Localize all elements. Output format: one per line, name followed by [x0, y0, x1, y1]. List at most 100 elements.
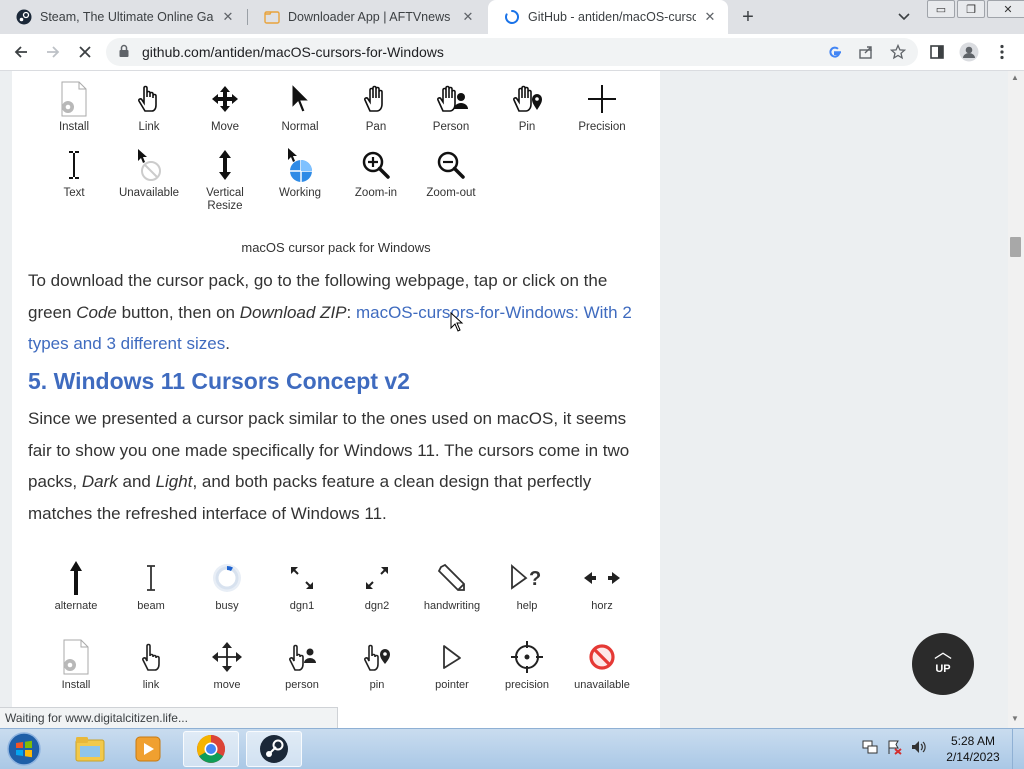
cursor-item: pin: [340, 639, 414, 692]
address-bar[interactable]: github.com/antiden/macOS-cursors-for-Win…: [106, 38, 918, 66]
cursor-label: Working: [279, 187, 321, 199]
hand-person-icon: [265, 639, 339, 675]
back-to-top-button[interactable]: ︿ UP: [912, 633, 974, 695]
cursor-label: link: [142, 679, 160, 691]
download-paragraph: To download the cursor pack, go to the f…: [28, 265, 643, 360]
cursor-item: Precision: [565, 81, 639, 134]
taskbar-steam[interactable]: [246, 731, 302, 767]
hand-person-icon: [414, 81, 488, 117]
restore-button[interactable]: ❐: [957, 0, 985, 18]
browser-toolbar: github.com/antiden/macOS-cursors-for-Win…: [0, 34, 1024, 71]
cursor-item: horz: [565, 560, 639, 613]
win11-paragraph: Since we presented a cursor pack similar…: [28, 403, 643, 529]
cursor-label: Move: [210, 121, 240, 133]
cursor-item: dgn1: [265, 560, 339, 613]
text-run: Dark: [81, 472, 118, 491]
cursor-label: help: [516, 600, 538, 612]
cursor-item: Zoom-out: [414, 147, 488, 200]
scrollbar-thumb[interactable]: [1010, 237, 1021, 257]
cursor-item: handwriting: [415, 560, 489, 613]
cursor-label: Person: [432, 121, 470, 133]
scroll-up-icon[interactable]: ▲: [1011, 73, 1019, 82]
cursor-label: Install: [58, 121, 90, 133]
taskbar-clock[interactable]: 5:28 AM 2/14/2023: [942, 733, 1004, 765]
move-arrows-icon: [188, 81, 262, 117]
minimize-button[interactable]: ▭: [927, 0, 955, 18]
close-icon[interactable]: ✕: [460, 9, 476, 25]
taskbar-explorer[interactable]: [62, 731, 118, 767]
side-panel-icon[interactable]: [926, 41, 948, 63]
page-viewport: Install Link Move Normal Pan Person Pin …: [0, 71, 1024, 728]
profile-avatar-icon[interactable]: [958, 41, 980, 63]
cursor-label: dgn2: [364, 600, 390, 612]
text-run: :: [346, 302, 356, 322]
lock-icon[interactable]: [118, 44, 130, 63]
cursor-item: Pan: [339, 81, 413, 134]
cursor-label: alternate: [54, 600, 98, 612]
cursor-item: Install: [39, 639, 113, 692]
back-icon[interactable]: [10, 41, 32, 63]
zoom-out-icon: [414, 147, 488, 183]
window-controls: ▭ ❐ ✕: [927, 0, 1024, 18]
volume-icon[interactable]: [910, 739, 926, 755]
cursor-item: Text: [37, 147, 111, 200]
tab-aftvnews[interactable]: Downloader App | AFTVnews ✕: [248, 0, 486, 34]
clock-time: 5:28 AM: [950, 734, 996, 748]
cursor-label: move: [213, 679, 241, 691]
install-file-icon: [39, 639, 113, 675]
network-icon[interactable]: [862, 739, 878, 755]
cursor-label: Pin: [518, 121, 536, 133]
show-desktop-button[interactable]: [1012, 729, 1024, 769]
taskbar-chrome[interactable]: [183, 731, 239, 767]
cursor-item: move: [190, 639, 264, 692]
cursor-item: Pin: [490, 81, 564, 134]
vertical-scrollbar[interactable]: [1008, 71, 1024, 728]
pointer-triangle-icon: [415, 639, 489, 675]
cursor-label: beam: [137, 600, 165, 612]
clock-date: 2/14/2023: [946, 750, 1000, 764]
scroll-down-icon[interactable]: ▼: [1011, 714, 1019, 723]
text-run: button, then on: [116, 302, 240, 322]
tab-github[interactable]: GitHub - antiden/macOS-cursors-for-Windo…: [488, 0, 728, 34]
tab-title: Downloader App | AFTVnews: [288, 10, 451, 24]
action-center-flag-icon[interactable]: [886, 739, 902, 755]
diagonal-resize-1-icon: [265, 560, 339, 596]
unavailable-icon: [565, 639, 639, 675]
taskbar-media-player[interactable]: [120, 731, 176, 767]
cursor-item: alternate: [39, 560, 113, 613]
move-arrows-icon: [190, 639, 264, 675]
cursor-label: Zoom-in: [354, 187, 398, 199]
share-icon[interactable]: [855, 41, 877, 63]
start-button[interactable]: [4, 730, 44, 768]
cursor-label: handwriting: [423, 600, 481, 612]
precision-target-icon: [490, 639, 564, 675]
arrow-pointer-icon: [263, 81, 337, 117]
tab-steam[interactable]: Steam, The Ultimate Online Game Platform…: [0, 0, 246, 34]
chevron-down-icon[interactable]: [895, 8, 913, 26]
up-label: UP: [935, 663, 951, 675]
cursor-label: unavailable: [574, 679, 630, 691]
cursor-item: pointer: [415, 639, 489, 692]
diagonal-resize-2-icon: [340, 560, 414, 596]
unavailable-icon: [112, 147, 186, 183]
cursor-label: busy: [215, 600, 239, 612]
cursor-item: busy: [190, 560, 264, 613]
new-tab-button[interactable]: +: [737, 6, 759, 28]
cursor-item: Person: [414, 81, 488, 134]
more-menu-icon[interactable]: [991, 41, 1013, 63]
cursor-label: Link: [138, 121, 160, 133]
forward-icon[interactable]: [42, 41, 64, 63]
close-icon[interactable]: ✕: [220, 9, 236, 25]
article-content: Install Link Move Normal Pan Person Pin …: [12, 71, 660, 728]
chevron-up-icon: ︿: [934, 642, 952, 662]
google-icon[interactable]: [824, 41, 846, 63]
close-window-button[interactable]: ✕: [987, 0, 1024, 18]
status-bubble: Waiting for www.digitalcitizen.life...: [0, 707, 338, 728]
close-icon[interactable]: ✕: [702, 9, 718, 25]
stop-loading-icon[interactable]: [74, 41, 96, 63]
star-icon[interactable]: [887, 41, 909, 63]
cursor-label: dgn1: [289, 600, 315, 612]
chrome-icon: [197, 735, 225, 763]
cursor-item: unavailable: [565, 639, 639, 692]
text-run: and: [117, 472, 156, 491]
